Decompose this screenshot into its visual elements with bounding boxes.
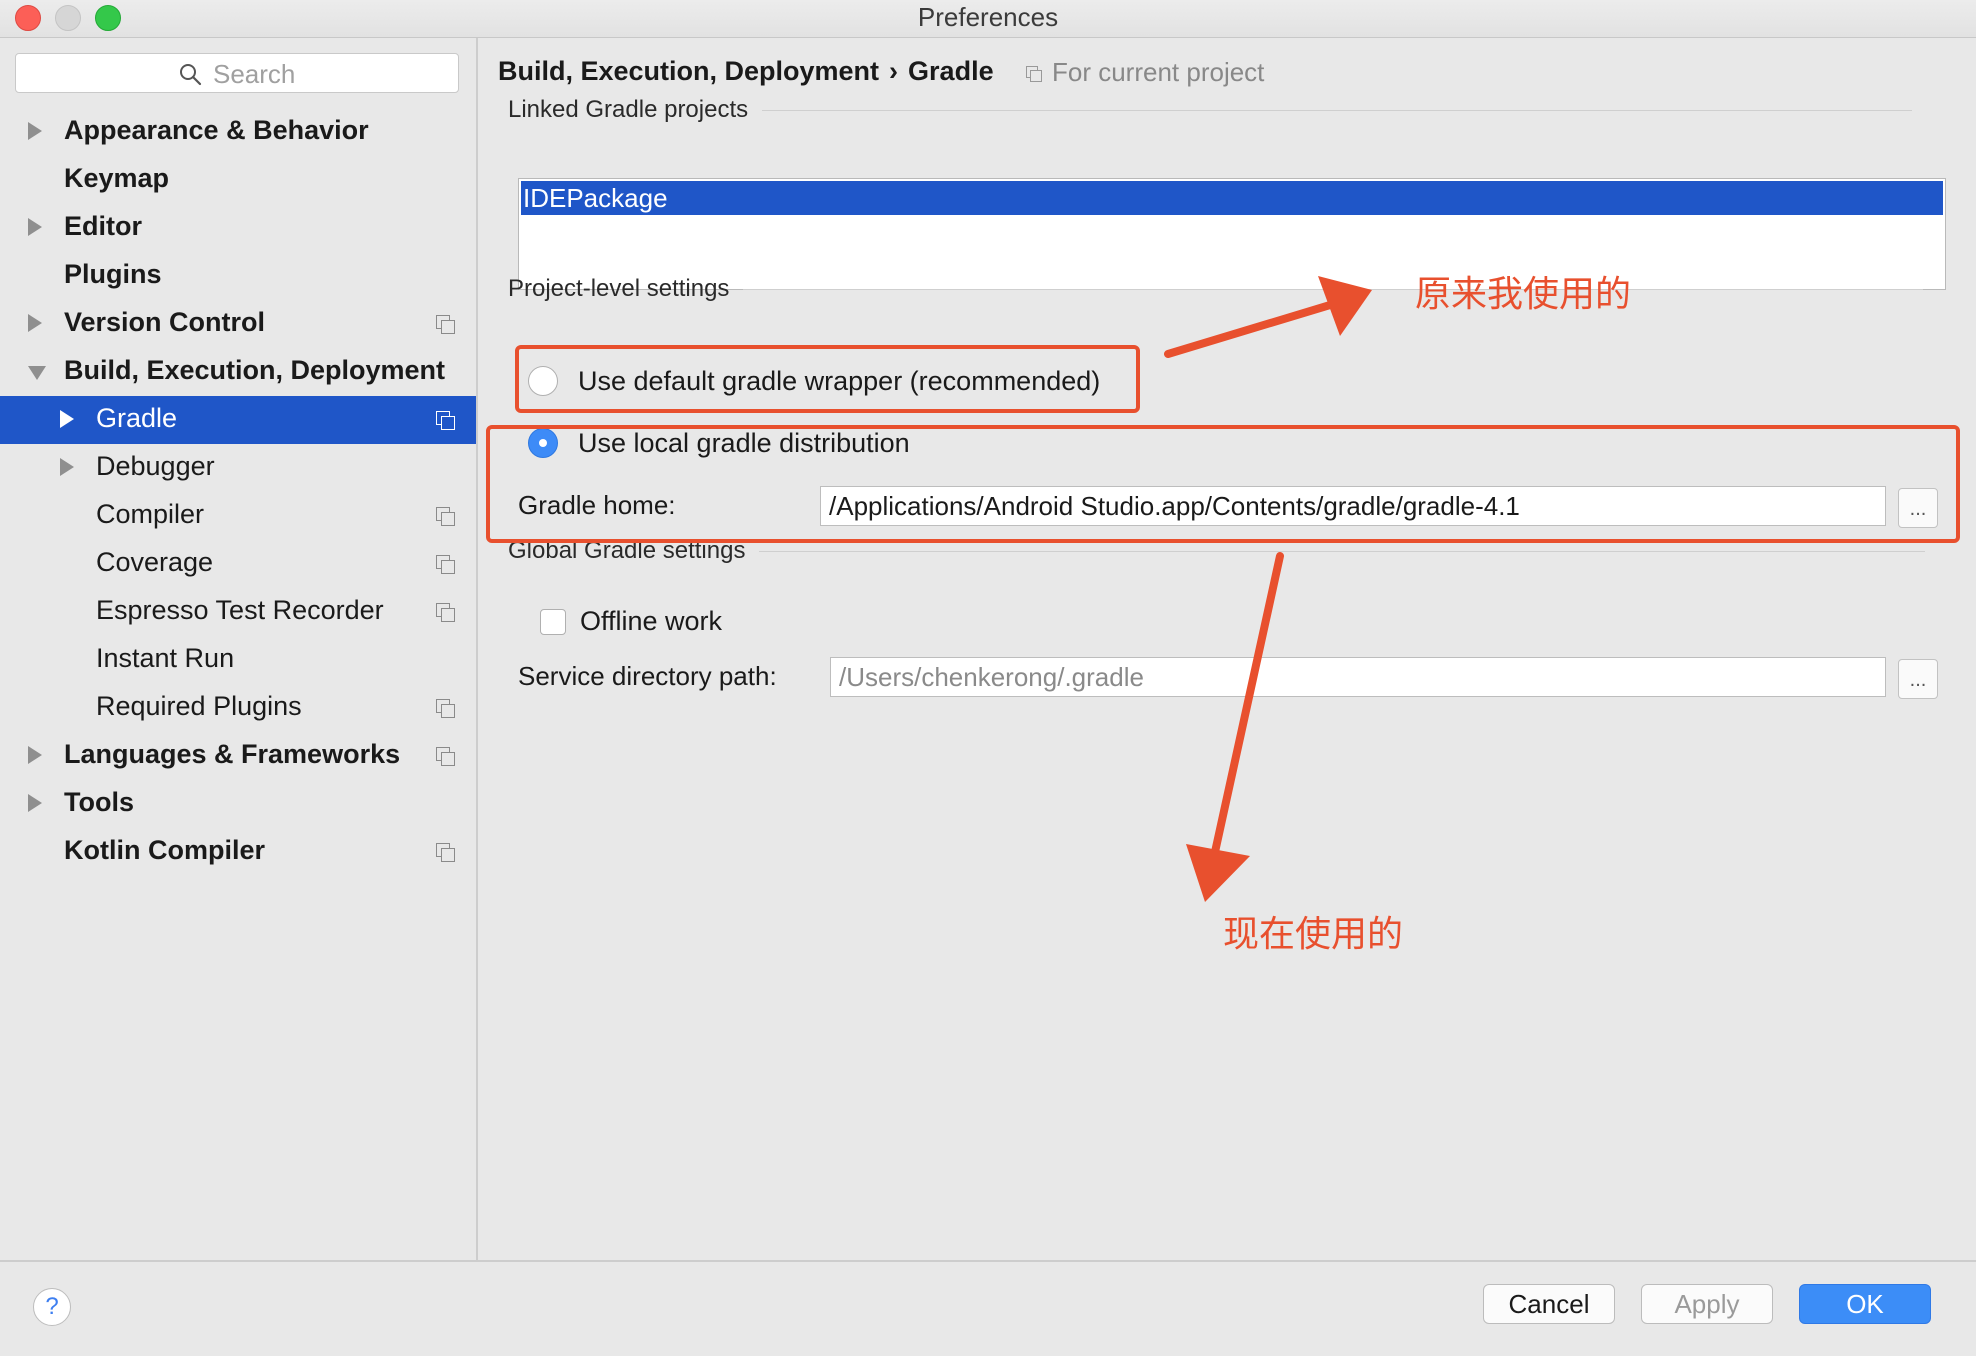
gradle-settings-panel: Build, Execution, Deployment › Gradle For … <box>478 38 1976 1260</box>
sidebar-item-label: Gradle <box>96 403 178 433</box>
window-title: Preferences <box>917 2 1059 32</box>
sidebar-item-label: Kotlin Compiler <box>64 835 265 865</box>
sidebar-item-label: Editor <box>64 211 142 241</box>
linked-projects-section: Linked Gradle projects <box>508 96 1913 124</box>
linked-projects-list[interactable]: IDEPackage <box>518 178 1946 290</box>
annotation-after-text: 现在使用的 <box>1223 914 1404 955</box>
service-directory-label: Service directory path: <box>518 661 777 691</box>
sidebar-item-compiler[interactable]: Compiler <box>0 492 476 540</box>
project-scope-icon <box>436 747 456 767</box>
breadcrumb-parent[interactable]: Build, Execution, Deployment <box>498 56 879 86</box>
annotation-before-text: 原来我使用的 <box>1415 274 1632 315</box>
sidebar-item-label: Required Plugins <box>96 691 302 721</box>
expand-arrow-icon[interactable] <box>60 410 74 428</box>
sidebar-item-required-plugins[interactable]: Required Plugins <box>0 684 476 732</box>
settings-sidebar: Search Appearance & Behavior Keymap Editor… <box>0 38 478 1260</box>
sidebar-item-coverage[interactable]: Coverage <box>0 540 476 588</box>
title-bar: Preferences <box>0 0 1976 38</box>
project-scope-icon <box>436 507 456 527</box>
expand-arrow-icon[interactable] <box>28 314 42 332</box>
sidebar-item-label: Build, Execution, Deployment <box>64 355 446 385</box>
project-scope-icon <box>436 603 456 623</box>
sidebar-item-label: Coverage <box>96 547 214 577</box>
project-scope-icon <box>436 699 456 719</box>
help-button[interactable]: ? <box>33 1288 71 1326</box>
sidebar-item-build-execution-deployment[interactable]: Build, Execution, Deployment <box>0 348 476 396</box>
expand-arrow-icon[interactable] <box>28 794 42 812</box>
sidebar-item-label: Languages & Frameworks <box>64 739 401 769</box>
sidebar-item-label: Version Control <box>64 307 266 337</box>
project-scope-icon <box>436 843 456 863</box>
sidebar-item-label: Instant Run <box>96 643 235 673</box>
offline-work-checkbox[interactable] <box>540 609 566 635</box>
sidebar-item-label: Appearance & Behavior <box>64 115 369 145</box>
sidebar-item-label: Plugins <box>64 259 162 289</box>
expand-arrow-icon[interactable] <box>28 218 42 236</box>
sidebar-item-instant-run[interactable]: Instant Run <box>0 636 476 684</box>
annotation-box-local-distribution <box>486 425 1960 543</box>
search-placeholder: Search <box>213 59 296 89</box>
breadcrumb-separator: › <box>889 56 899 86</box>
sidebar-item-kotlin-compiler[interactable]: Kotlin Compiler <box>0 828 476 876</box>
sidebar-item-gradle[interactable]: Gradle <box>0 396 476 444</box>
project-scope-icon <box>436 555 456 575</box>
sidebar-item-label: Compiler <box>96 499 205 529</box>
search-icon <box>180 64 202 86</box>
dialog-footer: ? Cancel Apply OK <box>0 1260 1976 1356</box>
sidebar-item-editor[interactable]: Editor <box>0 204 476 252</box>
sidebar-item-espresso-test-recorder[interactable]: Espresso Test Recorder <box>0 588 476 636</box>
expand-arrow-icon[interactable] <box>28 746 42 764</box>
apply-button[interactable]: Apply <box>1641 1284 1773 1324</box>
sidebar-item-plugins[interactable]: Plugins <box>0 252 476 300</box>
project-level-section: Project-level settings <box>508 275 1924 303</box>
sidebar-item-tools[interactable]: Tools <box>0 780 476 828</box>
sidebar-item-label: Debugger <box>96 451 215 481</box>
expand-arrow-icon[interactable] <box>28 122 42 140</box>
sidebar-item-debugger[interactable]: Debugger <box>0 444 476 492</box>
project-scope-icon <box>1026 66 1044 84</box>
sidebar-item-keymap[interactable]: Keymap <box>0 156 476 204</box>
annotation-box-default-wrapper <box>515 345 1140 413</box>
sidebar-item-appearance-behavior[interactable]: Appearance & Behavior <box>0 108 476 156</box>
scope-label: For current project <box>1052 57 1265 87</box>
project-scope-icon <box>436 411 456 431</box>
project-scope-icon <box>436 315 456 335</box>
sidebar-item-languages-frameworks[interactable]: Languages & Frameworks <box>0 732 476 780</box>
search-input[interactable]: Search <box>15 53 459 93</box>
service-directory-field[interactable]: /Users/chenkerong/.gradle <box>830 657 1886 697</box>
linked-projects-heading: Linked Gradle projects <box>508 96 749 123</box>
ok-button[interactable]: OK <box>1799 1284 1931 1324</box>
collapse-arrow-icon[interactable] <box>28 366 46 380</box>
sidebar-item-version-control[interactable]: Version Control <box>0 300 476 348</box>
service-directory-browse-button[interactable]: ... <box>1898 659 1938 699</box>
expand-arrow-icon[interactable] <box>60 458 74 476</box>
sidebar-item-label: Tools <box>64 787 134 817</box>
cancel-button[interactable]: Cancel <box>1483 1284 1615 1324</box>
sidebar-item-label: Keymap <box>64 163 170 193</box>
breadcrumb-current: Gradle <box>908 56 994 86</box>
linked-project-item[interactable]: IDEPackage <box>521 181 1943 215</box>
project-level-heading: Project-level settings <box>508 275 730 302</box>
breadcrumb: Build, Execution, Deployment › Gradle <box>498 56 994 87</box>
offline-work-label[interactable]: Offline work <box>580 606 722 637</box>
sidebar-item-label: Espresso Test Recorder <box>96 595 384 625</box>
